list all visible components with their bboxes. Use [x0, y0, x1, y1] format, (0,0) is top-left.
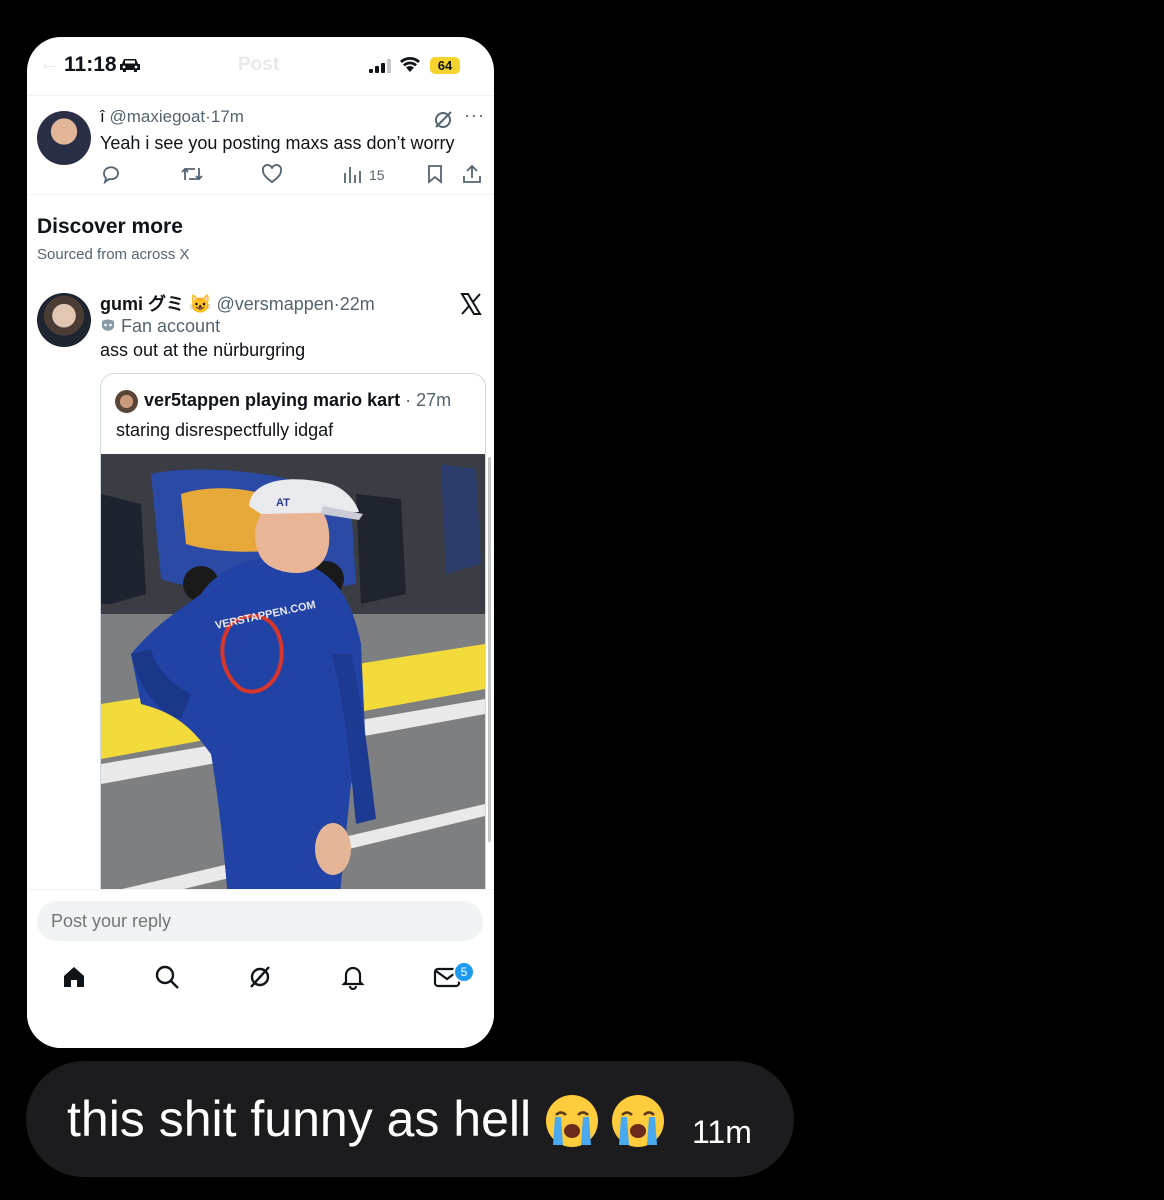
car-icon [120, 59, 140, 72]
message-timestamp: 11m [692, 1114, 752, 1150]
photo-illustration: AT VERSTAPPEN.COM [101, 454, 485, 934]
status-time: 11:18 [64, 53, 117, 76]
avatar[interactable] [37, 293, 91, 347]
section-subtitle: Sourced from across X [37, 246, 190, 263]
tweet-header: î @maxiegoat·17m [100, 107, 244, 126]
mask-icon [102, 319, 114, 331]
timestamp: 22m [339, 294, 375, 314]
phone-screenshot: ← Post 11:18 64 î @maxiegoat·17m ··· Ye… [27, 37, 494, 1048]
tweet-text: Yeah i see you posting maxs ass don’t wo… [100, 133, 455, 153]
reply-input[interactable] [37, 901, 483, 941]
divider [27, 194, 494, 195]
more-icon[interactable]: ··· [464, 105, 485, 126]
display-name[interactable]: î [100, 107, 105, 126]
wifi-icon [400, 57, 420, 72]
bookmark-icon[interactable] [425, 163, 445, 190]
tweet-actions: 15 [27, 163, 494, 189]
bottom-bar: 5 [27, 889, 494, 1048]
fan-account-badge: Fan account [100, 316, 220, 337]
section-title: Discover more [37, 215, 183, 238]
divider [27, 95, 494, 96]
x-logo-icon [460, 293, 482, 315]
signal-icon [369, 59, 391, 73]
quote-tweet[interactable]: ver5tappen playing mario kart · 27m star… [100, 373, 486, 935]
status-bar: ← Post 11:18 64 [27, 37, 494, 95]
quote-text: staring disrespectfully idgaf [116, 420, 334, 440]
views-count: 15 [369, 167, 385, 183]
search-icon[interactable] [154, 964, 180, 995]
share-icon[interactable] [461, 163, 483, 190]
home-icon[interactable] [61, 964, 87, 995]
messages-badge: 5 [453, 961, 475, 983]
battery-indicator: 64 [430, 57, 460, 74]
notifications-icon[interactable] [340, 964, 366, 995]
views-icon[interactable] [343, 163, 363, 190]
retweet-icon[interactable] [180, 163, 204, 190]
header-title: Post [238, 54, 280, 75]
chat-message-bubble[interactable]: this shit funny as hell 11m [26, 1061, 794, 1177]
back-arrow-icon[interactable]: ← [39, 53, 59, 76]
timestamp: 17m [210, 107, 244, 126]
name-emoji: 😺 [189, 294, 212, 314]
tweet-header: gumi グミ 😺 @versmappen·22m [100, 294, 375, 314]
display-name[interactable]: gumi グミ [100, 294, 184, 314]
message-text: this shit funny as hell [67, 1091, 532, 1147]
timestamp: 27m [416, 390, 452, 410]
grok-icon[interactable] [247, 964, 273, 995]
reply-icon[interactable] [100, 163, 122, 190]
avatar [115, 390, 138, 413]
like-icon[interactable] [261, 163, 283, 190]
fan-account-label: Fan account [121, 316, 221, 336]
handle[interactable]: @maxiegoat [109, 107, 205, 126]
svg-text:AT: AT [276, 497, 290, 509]
grok-icon[interactable] [432, 109, 454, 131]
avatar[interactable] [37, 111, 91, 165]
loudly-crying-emoji-icon [544, 1093, 600, 1154]
post-photo[interactable]: AT VERSTAPPEN.COM [101, 454, 485, 934]
scrollbar[interactable] [488, 457, 491, 842]
loudly-crying-emoji-icon [610, 1093, 666, 1154]
handle[interactable]: @versmappen [216, 294, 333, 314]
tweet-text: ass out at the nürburgring [100, 340, 306, 360]
quote-header: ver5tappen playing mario kart · 27m [144, 390, 452, 410]
display-name: ver5tappen playing mario kart [144, 390, 401, 410]
